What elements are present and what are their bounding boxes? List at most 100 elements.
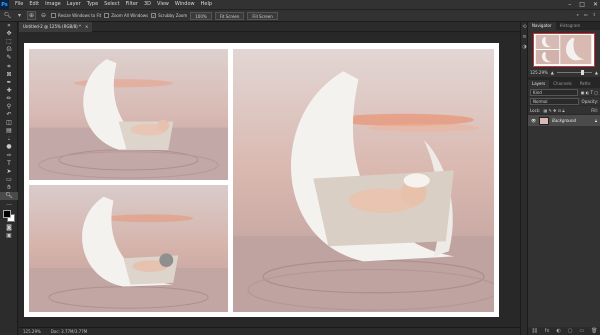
blur-tool-icon[interactable]: 💧︎: [0, 135, 18, 143]
navigator-zoom-value[interactable]: 125.29%: [530, 70, 548, 75]
right-panels: Navigator Histogram 125.29% ▲ ▲ Layers C…: [527, 22, 600, 335]
minimize-button[interactable]: –: [568, 0, 571, 9]
quick-mask-icon[interactable]: ◙: [0, 224, 18, 232]
scrubby-zoom-checkbox[interactable]: ✓ Scrubby Zoom: [151, 13, 187, 18]
menu-help[interactable]: Help: [198, 0, 215, 9]
close-window-button[interactable]: ✕: [593, 0, 598, 9]
rectangle-tool-icon[interactable]: ▭: [0, 176, 18, 184]
new-layer-icon[interactable]: ▭: [579, 327, 584, 335]
gradient-tool-icon[interactable]: ▤: [0, 127, 18, 135]
trash-icon[interactable]: 🗑: [591, 327, 597, 335]
more-tools-icon[interactable]: …: [0, 200, 18, 208]
fit-screen-button[interactable]: Fit Screen: [214, 11, 245, 20]
fill-screen-button[interactable]: Fill Screen: [247, 11, 278, 20]
tools-panel: » ✥ ⬚ ᘏ ✎ ⌗ ⊠ ✒ ✚ ✏ ⚲ ↶ ◫ ▤ 💧︎ ● ✑ T ➤ ▭…: [0, 22, 18, 335]
collapse-toolbar-icon[interactable]: »: [0, 22, 18, 30]
zoom-tool-icon[interactable]: 🔍︎: [0, 191, 18, 201]
zoom-100-button[interactable]: 100%: [190, 11, 212, 20]
lock-icons[interactable]: ▦ ✎ ✥ ⊡ 🔒︎: [543, 108, 588, 113]
layer-filter-row: Kind ▣ ◐ T ▢: [528, 88, 600, 97]
marquee-tool-icon[interactable]: ⬚: [0, 38, 18, 46]
zoom-out-small-icon[interactable]: ▲: [551, 70, 554, 75]
menu-edit[interactable]: Edit: [26, 0, 42, 9]
menu-3d[interactable]: 3D: [141, 0, 154, 9]
color-swatches[interactable]: [0, 208, 18, 224]
foreground-color-swatch[interactable]: [3, 210, 11, 219]
adjustment-layer-icon[interactable]: ◐: [556, 327, 560, 335]
status-doc-size[interactable]: Doc: 3.77M/3.77M: [51, 328, 87, 335]
menu-type[interactable]: Type: [84, 0, 101, 9]
resize-windows-checkbox[interactable]: Resize Windows to Fit: [51, 13, 101, 18]
tab-histogram[interactable]: Histogram: [556, 22, 585, 30]
workspace-icon[interactable]: ▭: [584, 12, 588, 17]
eye-icon[interactable]: 👁︎: [531, 118, 536, 123]
fill-label: Fill:: [591, 107, 598, 113]
layer-thumbnail: [539, 116, 550, 125]
frame-tool-icon[interactable]: ⊠: [0, 71, 18, 79]
hand-tool-icon[interactable]: ✋︎: [0, 184, 18, 192]
quick-selection-tool-icon[interactable]: ✎: [0, 54, 18, 62]
layers-tabs: Layers Channels Paths: [528, 80, 600, 88]
tab-paths[interactable]: Paths: [576, 80, 595, 88]
dodge-tool-icon[interactable]: ●: [0, 143, 18, 151]
menu-view[interactable]: View: [154, 0, 172, 9]
path-selection-tool-icon[interactable]: ➤: [0, 168, 18, 176]
close-tab-icon[interactable]: ×: [85, 22, 88, 32]
layer-row-background[interactable]: 👁︎ Background 🔒︎: [528, 115, 600, 126]
filter-icons[interactable]: ▣ ◐ T ▢: [581, 90, 598, 95]
layer-name[interactable]: Background: [552, 118, 592, 123]
menu-select[interactable]: Select: [101, 0, 122, 9]
chevron-down-icon[interactable]: ▾: [15, 11, 24, 20]
new-group-icon[interactable]: ▢: [568, 327, 573, 335]
menu-layer[interactable]: Layer: [64, 0, 84, 9]
brush-tool-icon[interactable]: ✏: [0, 95, 18, 103]
lock-label: Lock:: [530, 107, 541, 113]
zoom-slider[interactable]: [556, 69, 592, 75]
move-tool-icon[interactable]: ✥: [0, 30, 18, 38]
scrubby-zoom-label: Scrubby Zoom: [158, 13, 188, 18]
navigator-preview[interactable]: [533, 33, 595, 67]
resize-windows-label: Resize Windows to Fit: [58, 13, 102, 18]
menu-image[interactable]: Image: [42, 0, 64, 9]
navigator-zoom-row: 125.29% ▲ ▲: [528, 67, 600, 77]
menu-bar: Ps File Edit Image Layer Type Select Fil…: [0, 0, 600, 9]
zoom-slider-handle[interactable]: [581, 69, 585, 75]
spot-healing-tool-icon[interactable]: ✚: [0, 87, 18, 95]
document-tab[interactable]: Untitled-2 @ 125% (RGB/8) * ×: [19, 22, 93, 32]
crop-tool-icon[interactable]: ⌗: [0, 62, 18, 70]
zoom-in-icon[interactable]: ⊕: [27, 11, 36, 20]
canvas-area[interactable]: [19, 33, 520, 327]
screen-mode-icon[interactable]: ▣: [0, 232, 18, 240]
zoom-out-icon[interactable]: ⊖: [39, 11, 48, 20]
maximize-button[interactable]: □: [579, 0, 585, 9]
eraser-tool-icon[interactable]: ◫: [0, 119, 18, 127]
pen-tool-icon[interactable]: ✑: [0, 152, 18, 160]
tab-layers[interactable]: Layers: [528, 80, 550, 88]
zoom-in-large-icon[interactable]: ▲: [595, 70, 598, 75]
zoom-all-windows-checkbox[interactable]: Zoom All Windows: [104, 13, 148, 18]
menu-window[interactable]: Window: [172, 0, 198, 9]
photoshop-window: Ps File Edit Image Layer Type Select Fil…: [0, 0, 600, 335]
blend-mode-select[interactable]: Normal: [530, 97, 579, 105]
history-brush-tool-icon[interactable]: ↶: [0, 111, 18, 119]
tab-channels[interactable]: Channels: [549, 80, 576, 88]
document-tab-title: Untitled-2 @ 125% (RGB/8) *: [23, 24, 81, 29]
menu-file[interactable]: File: [12, 0, 26, 9]
document-canvas[interactable]: [24, 43, 499, 317]
link-layers-icon[interactable]: ⛓: [531, 327, 537, 335]
kind-filter-select[interactable]: Kind: [530, 88, 578, 96]
photo-right-large: [233, 49, 494, 312]
tab-navigator[interactable]: Navigator: [528, 22, 556, 30]
status-zoom[interactable]: 125.29%: [23, 328, 41, 335]
photo-bottom-left: [29, 185, 228, 312]
share-icon[interactable]: ⇪: [593, 12, 596, 17]
zoom-tool-icon[interactable]: 🔍︎: [3, 11, 12, 20]
type-tool-icon[interactable]: T: [0, 160, 18, 168]
layer-style-icon[interactable]: fx: [545, 327, 550, 335]
menu-filter[interactable]: Filter: [123, 0, 141, 9]
lasso-tool-icon[interactable]: ᘏ: [0, 46, 18, 54]
eyedropper-tool-icon[interactable]: ✒: [0, 79, 18, 87]
search-icon[interactable]: ⌕: [577, 12, 579, 17]
clone-stamp-tool-icon[interactable]: ⚲: [0, 103, 18, 111]
status-bar: 125.29% Doc: 3.77M/3.77M: [19, 327, 520, 335]
